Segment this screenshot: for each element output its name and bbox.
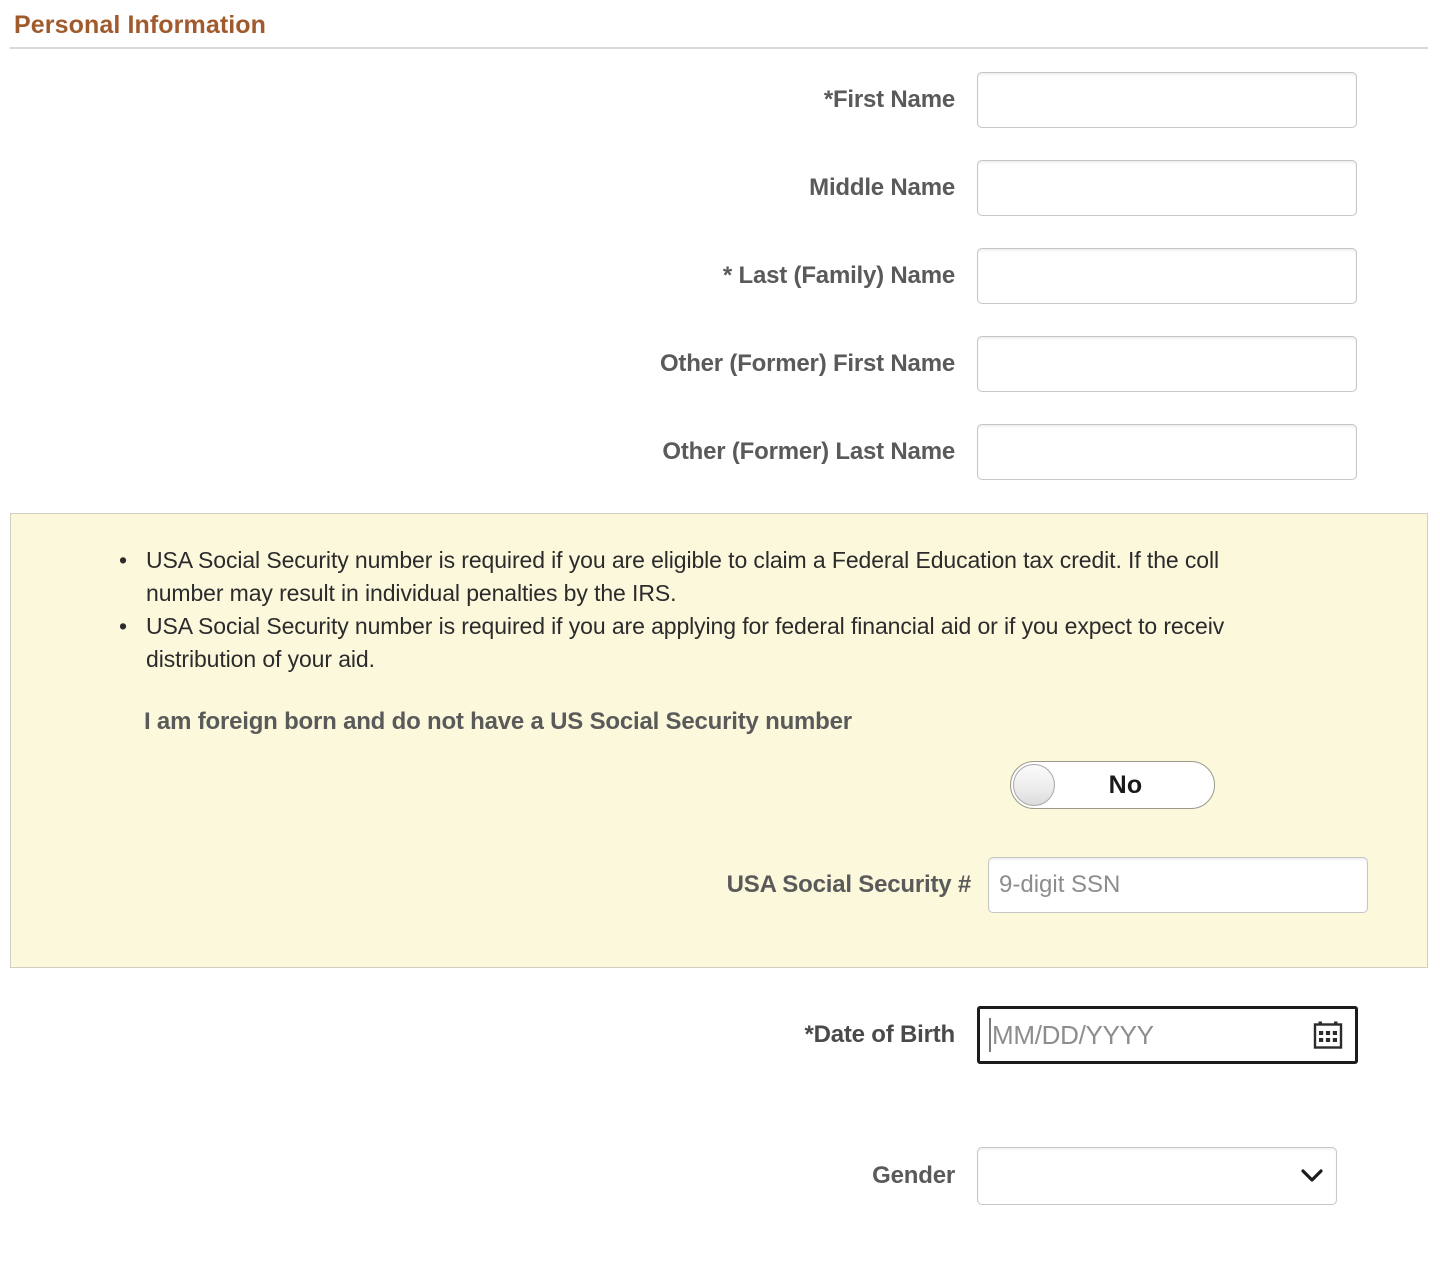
ssn-input[interactable] <box>988 857 1368 913</box>
ssn-label: USA Social Security # <box>726 871 972 898</box>
gender-select[interactable] <box>977 1147 1337 1205</box>
ssn-info-panel: USA Social Security number is required i… <box>10 513 1428 968</box>
other-first-name-label: Other (Former) First Name <box>659 349 955 377</box>
list-item: USA Social Security number is required i… <box>11 544 1427 610</box>
form-row-ssn: USA Social Security # <box>11 857 1427 913</box>
other-last-name-input[interactable] <box>977 423 1357 480</box>
page-title: Personal Information <box>14 11 267 39</box>
foreign-born-toggle-row: No <box>11 761 1427 809</box>
date-of-birth-placeholder: MM/DD/YYYY <box>992 1019 1154 1050</box>
first-name-input[interactable] <box>977 71 1357 128</box>
date-of-birth-field[interactable]: MM/DD/YYYY <box>977 1006 1358 1064</box>
bullet-2-line-2: distribution of your aid. <box>146 646 375 672</box>
middle-name-label: Middle Name <box>809 173 955 201</box>
form-row-other-last-name: Other (Former) Last Name <box>0 423 1440 480</box>
calendar-icon[interactable] <box>1313 1020 1343 1050</box>
text-caret <box>989 1018 991 1052</box>
foreign-born-toggle[interactable]: No <box>1010 761 1215 809</box>
date-of-birth-label: *Date of Birth <box>804 1021 955 1048</box>
middle-name-input[interactable] <box>977 159 1357 216</box>
section-header: Personal Information <box>0 0 1440 40</box>
first-name-label: *First Name <box>823 85 955 113</box>
form-row-first-name: *First Name <box>0 71 1440 128</box>
form-row-date-of-birth: *Date of Birth MM/DD/YYYY <box>0 1006 1358 1064</box>
ssn-info-bullet-list: USA Social Security number is required i… <box>11 514 1427 676</box>
header-divider <box>10 47 1428 49</box>
bullet-1-line-1: USA Social Security number is required i… <box>146 547 1219 573</box>
bullet-1-line-2: number may result in individual penaltie… <box>146 580 677 606</box>
foreign-born-statement: I am foreign born and do not have a US S… <box>144 708 852 735</box>
toggle-label: No <box>1108 770 1143 799</box>
last-name-input[interactable] <box>977 247 1357 304</box>
form-row-gender: Gender <box>0 1147 1337 1205</box>
gender-label: Gender <box>872 1162 955 1189</box>
toggle-knob[interactable] <box>1013 764 1055 806</box>
gender-select-wrapper <box>977 1147 1337 1205</box>
form-row-other-first-name: Other (Former) First Name <box>0 335 1440 392</box>
list-item: USA Social Security number is required i… <box>11 610 1427 676</box>
form-row-last-name: * Last (Family) Name <box>0 247 1440 304</box>
other-first-name-input[interactable] <box>977 335 1357 392</box>
bullet-2-line-1: USA Social Security number is required i… <box>146 613 1225 639</box>
form-row-middle-name: Middle Name <box>0 159 1440 216</box>
last-name-label: * Last (Family) Name <box>722 261 955 289</box>
other-last-name-label: Other (Former) Last Name <box>662 437 955 465</box>
